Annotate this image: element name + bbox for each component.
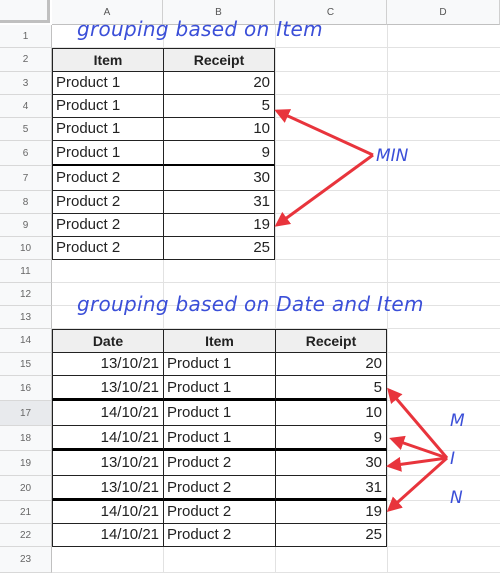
table1-header-receipt[interactable]: Receipt	[163, 48, 275, 72]
row-header-17[interactable]: 17	[0, 401, 52, 426]
arrow-to-row19	[386, 456, 448, 472]
min-annotation: MIN	[376, 146, 409, 166]
min-annotation-m: M	[450, 411, 465, 431]
table1-cell-item[interactable]: Product 1	[52, 118, 164, 141]
row-header-20[interactable]: 20	[0, 476, 52, 501]
table1-cell-item[interactable]: Product 2	[52, 191, 164, 214]
table2-cell-date[interactable]: 13/10/21	[52, 353, 164, 376]
table2-title: grouping based on Date and Item	[77, 292, 424, 316]
table1-cell-receipt[interactable]: 5	[163, 95, 275, 118]
row-header-14[interactable]: 14	[0, 329, 52, 353]
table2-cell-item[interactable]: Product 2	[163, 524, 276, 547]
row-header-13[interactable]: 13	[0, 306, 52, 329]
row-header-12[interactable]: 12	[0, 283, 52, 306]
table1-cell-item[interactable]: Product 2	[52, 214, 164, 237]
row-header-10[interactable]: 10	[0, 237, 52, 260]
table2-cell-receipt[interactable]: 9	[275, 426, 387, 451]
min-annotation-i: I	[450, 449, 456, 469]
table2-cell-receipt[interactable]: 30	[275, 451, 387, 476]
table1-title: grouping based on Item	[77, 17, 323, 41]
select-all-corner[interactable]	[0, 0, 50, 23]
row-header-19[interactable]: 19	[0, 451, 52, 476]
row-header-18[interactable]: 18	[0, 426, 52, 451]
table2-cell-receipt[interactable]: 25	[275, 524, 387, 547]
table1-cell-item[interactable]: Product 2	[52, 166, 164, 191]
table2-cell-item[interactable]: Product 1	[163, 426, 276, 451]
row-header-8[interactable]: 8	[0, 191, 52, 214]
arrow-to-row21	[386, 456, 449, 513]
table1-cell-receipt[interactable]: 9	[163, 141, 275, 167]
table1-cell-item[interactable]: Product 1	[52, 141, 164, 167]
table2-cell-item[interactable]: Product 2	[163, 501, 276, 524]
row-header-23[interactable]: 23	[0, 547, 52, 573]
row-header-9[interactable]: 9	[0, 214, 52, 237]
table2-cell-receipt[interactable]: 5	[275, 376, 387, 401]
table1-cell-receipt[interactable]: 10	[163, 118, 275, 141]
table2-cell-date[interactable]: 14/10/21	[52, 401, 164, 426]
table1-cell-receipt[interactable]: 25	[163, 237, 275, 260]
table2-header-receipt[interactable]: Receipt	[275, 329, 387, 353]
table2-cell-receipt[interactable]: 31	[275, 476, 387, 501]
table1-cell-item[interactable]: Product 1	[52, 95, 164, 118]
row-header-2[interactable]: 2	[0, 48, 52, 72]
table2-header-date[interactable]: Date	[52, 329, 164, 353]
table2-cell-date[interactable]: 13/10/21	[52, 376, 164, 401]
table2-cell-item[interactable]: Product 2	[163, 476, 276, 501]
table2-cell-receipt[interactable]: 10	[275, 401, 387, 426]
row-header-11[interactable]: 11	[0, 260, 52, 283]
table1-cell-item[interactable]: Product 1	[52, 72, 164, 95]
table1-cell-receipt[interactable]: 20	[163, 72, 275, 95]
min-annotation-n: N	[450, 488, 463, 508]
table2-cell-item[interactable]: Product 1	[163, 401, 276, 426]
table2-cell-item[interactable]: Product 1	[163, 376, 276, 401]
row-header-1[interactable]: 1	[0, 25, 52, 48]
table1-header-item[interactable]: Item	[52, 48, 164, 72]
row-header-7[interactable]: 7	[0, 166, 52, 191]
row-header-15[interactable]: 15	[0, 353, 52, 376]
arrow-to-row18	[389, 435, 448, 460]
row-header-6[interactable]: 6	[0, 141, 52, 166]
table2-cell-item[interactable]: Product 1	[163, 353, 276, 376]
table1-cell-receipt[interactable]: 30	[163, 166, 275, 191]
table1-cell-receipt[interactable]: 31	[163, 191, 275, 214]
table1-cell-receipt[interactable]: 19	[163, 214, 275, 237]
table2-cell-date[interactable]: 14/10/21	[52, 426, 164, 451]
table2-cell-receipt[interactable]: 20	[275, 353, 387, 376]
gridline	[52, 282, 500, 283]
row-header-4[interactable]: 4	[0, 95, 52, 118]
column-header-d[interactable]: D	[387, 0, 500, 25]
table1-cell-item[interactable]: Product 2	[52, 237, 164, 260]
table2-cell-receipt[interactable]: 19	[275, 501, 387, 524]
table2-cell-item[interactable]: Product 2	[163, 451, 276, 476]
row-header-3[interactable]: 3	[0, 72, 52, 95]
table2-cell-date[interactable]: 14/10/21	[52, 501, 164, 524]
row-header-16[interactable]: 16	[0, 376, 52, 401]
table2-cell-date[interactable]: 13/10/21	[52, 476, 164, 501]
row-header-22[interactable]: 22	[0, 524, 52, 547]
row-header-21[interactable]: 21	[0, 501, 52, 524]
table2-header-item[interactable]: Item	[163, 329, 276, 353]
table2-cell-date[interactable]: 13/10/21	[52, 451, 164, 476]
spreadsheet-grid: A B C D 1 2 3 4 5 6 7 8 9 10 11 12 13 14 15 16 17 18 19 20 2…	[0, 0, 500, 573]
table2-cell-date[interactable]: 14/10/21	[52, 524, 164, 547]
row-header-5[interactable]: 5	[0, 118, 52, 141]
